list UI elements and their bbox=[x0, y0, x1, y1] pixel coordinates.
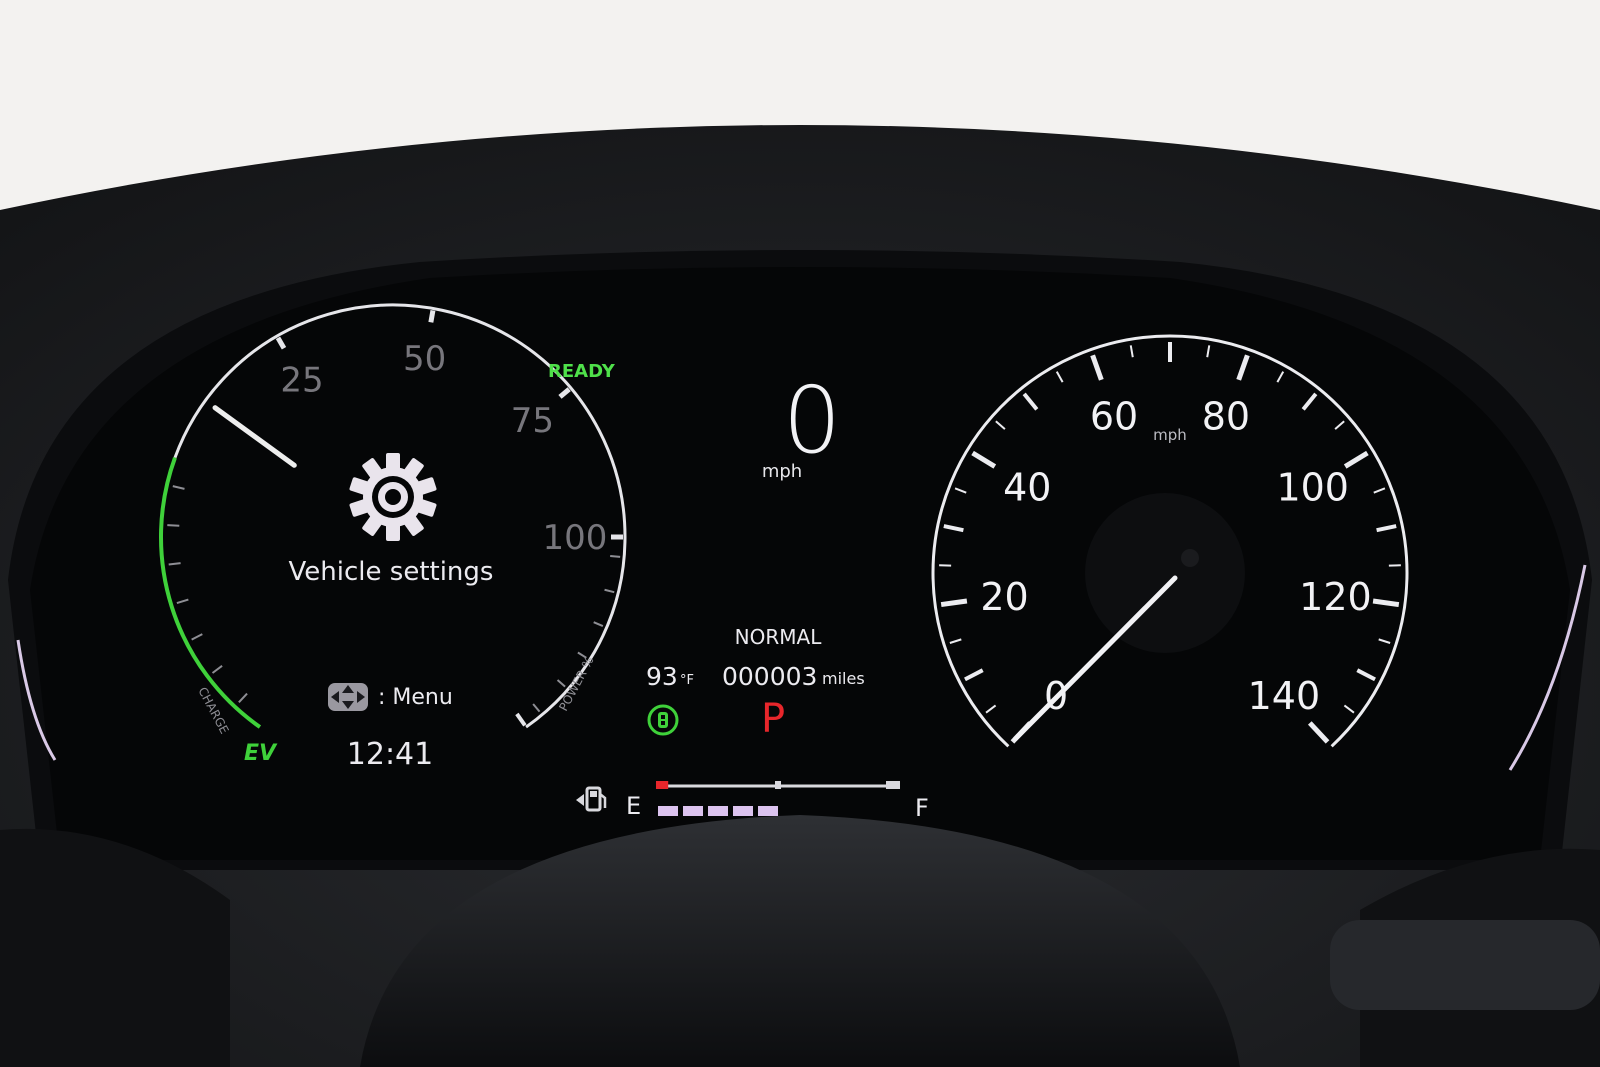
digital-speed-value: 0 bbox=[783, 367, 842, 474]
speed-tick-label: 40 bbox=[1003, 465, 1051, 509]
speedometer-hub-shadow bbox=[1085, 493, 1245, 653]
power-tick-label: 75 bbox=[511, 401, 554, 441]
charge-tick bbox=[167, 524, 180, 527]
speedometer-unit: mph bbox=[1153, 426, 1187, 444]
speed-tick-label: 120 bbox=[1299, 575, 1372, 619]
fuel-half-mark bbox=[775, 781, 781, 789]
power-major-tick bbox=[428, 310, 436, 323]
ev-indicator: EV bbox=[244, 741, 278, 766]
fuel-empty-label: E bbox=[626, 792, 641, 820]
menu-hint: : Menu bbox=[328, 683, 453, 711]
fuel-level bbox=[656, 781, 669, 789]
odometer-value: 000003 bbox=[722, 662, 817, 691]
charge-segments bbox=[658, 806, 778, 816]
power-tick-label: 25 bbox=[280, 360, 323, 400]
fuel-full-label: F bbox=[915, 794, 929, 822]
stalk-right bbox=[1330, 920, 1600, 1010]
fuel-full-mark bbox=[886, 781, 900, 789]
power-minor-tick bbox=[610, 555, 621, 558]
gear-indicator: P bbox=[761, 696, 785, 742]
power-tick-label: 100 bbox=[543, 518, 608, 558]
speed-tick-label: 20 bbox=[980, 575, 1028, 619]
temperature-unit: °F bbox=[680, 673, 694, 688]
speedometer-pivot bbox=[1181, 549, 1199, 567]
speed-tick-label: 140 bbox=[1248, 674, 1321, 718]
temperature-value: 93 bbox=[646, 662, 678, 691]
dpad-icon bbox=[328, 683, 368, 711]
menu-hint-text: : Menu bbox=[378, 685, 453, 710]
ready-indicator: READY bbox=[548, 361, 616, 382]
instrument-cluster-scene: 255075100 CHARGE POWER % EV READY Vehicl… bbox=[0, 125, 1600, 1067]
speed-tick-label: 60 bbox=[1090, 395, 1138, 439]
speed-major-tick bbox=[940, 598, 968, 608]
speed-tick-label: 80 bbox=[1202, 395, 1250, 439]
digital-speed-unit: mph bbox=[762, 461, 802, 482]
display-screen bbox=[30, 267, 1570, 860]
odometer-unit: miles bbox=[822, 669, 865, 688]
clock: 12:41 bbox=[347, 737, 433, 772]
power-tick-label: 50 bbox=[403, 339, 446, 379]
vehicle-settings-title: Vehicle settings bbox=[289, 557, 494, 587]
drive-mode: NORMAL bbox=[735, 625, 823, 649]
speed-tick-label: 100 bbox=[1276, 465, 1349, 509]
speed-major-tick bbox=[1372, 598, 1400, 608]
